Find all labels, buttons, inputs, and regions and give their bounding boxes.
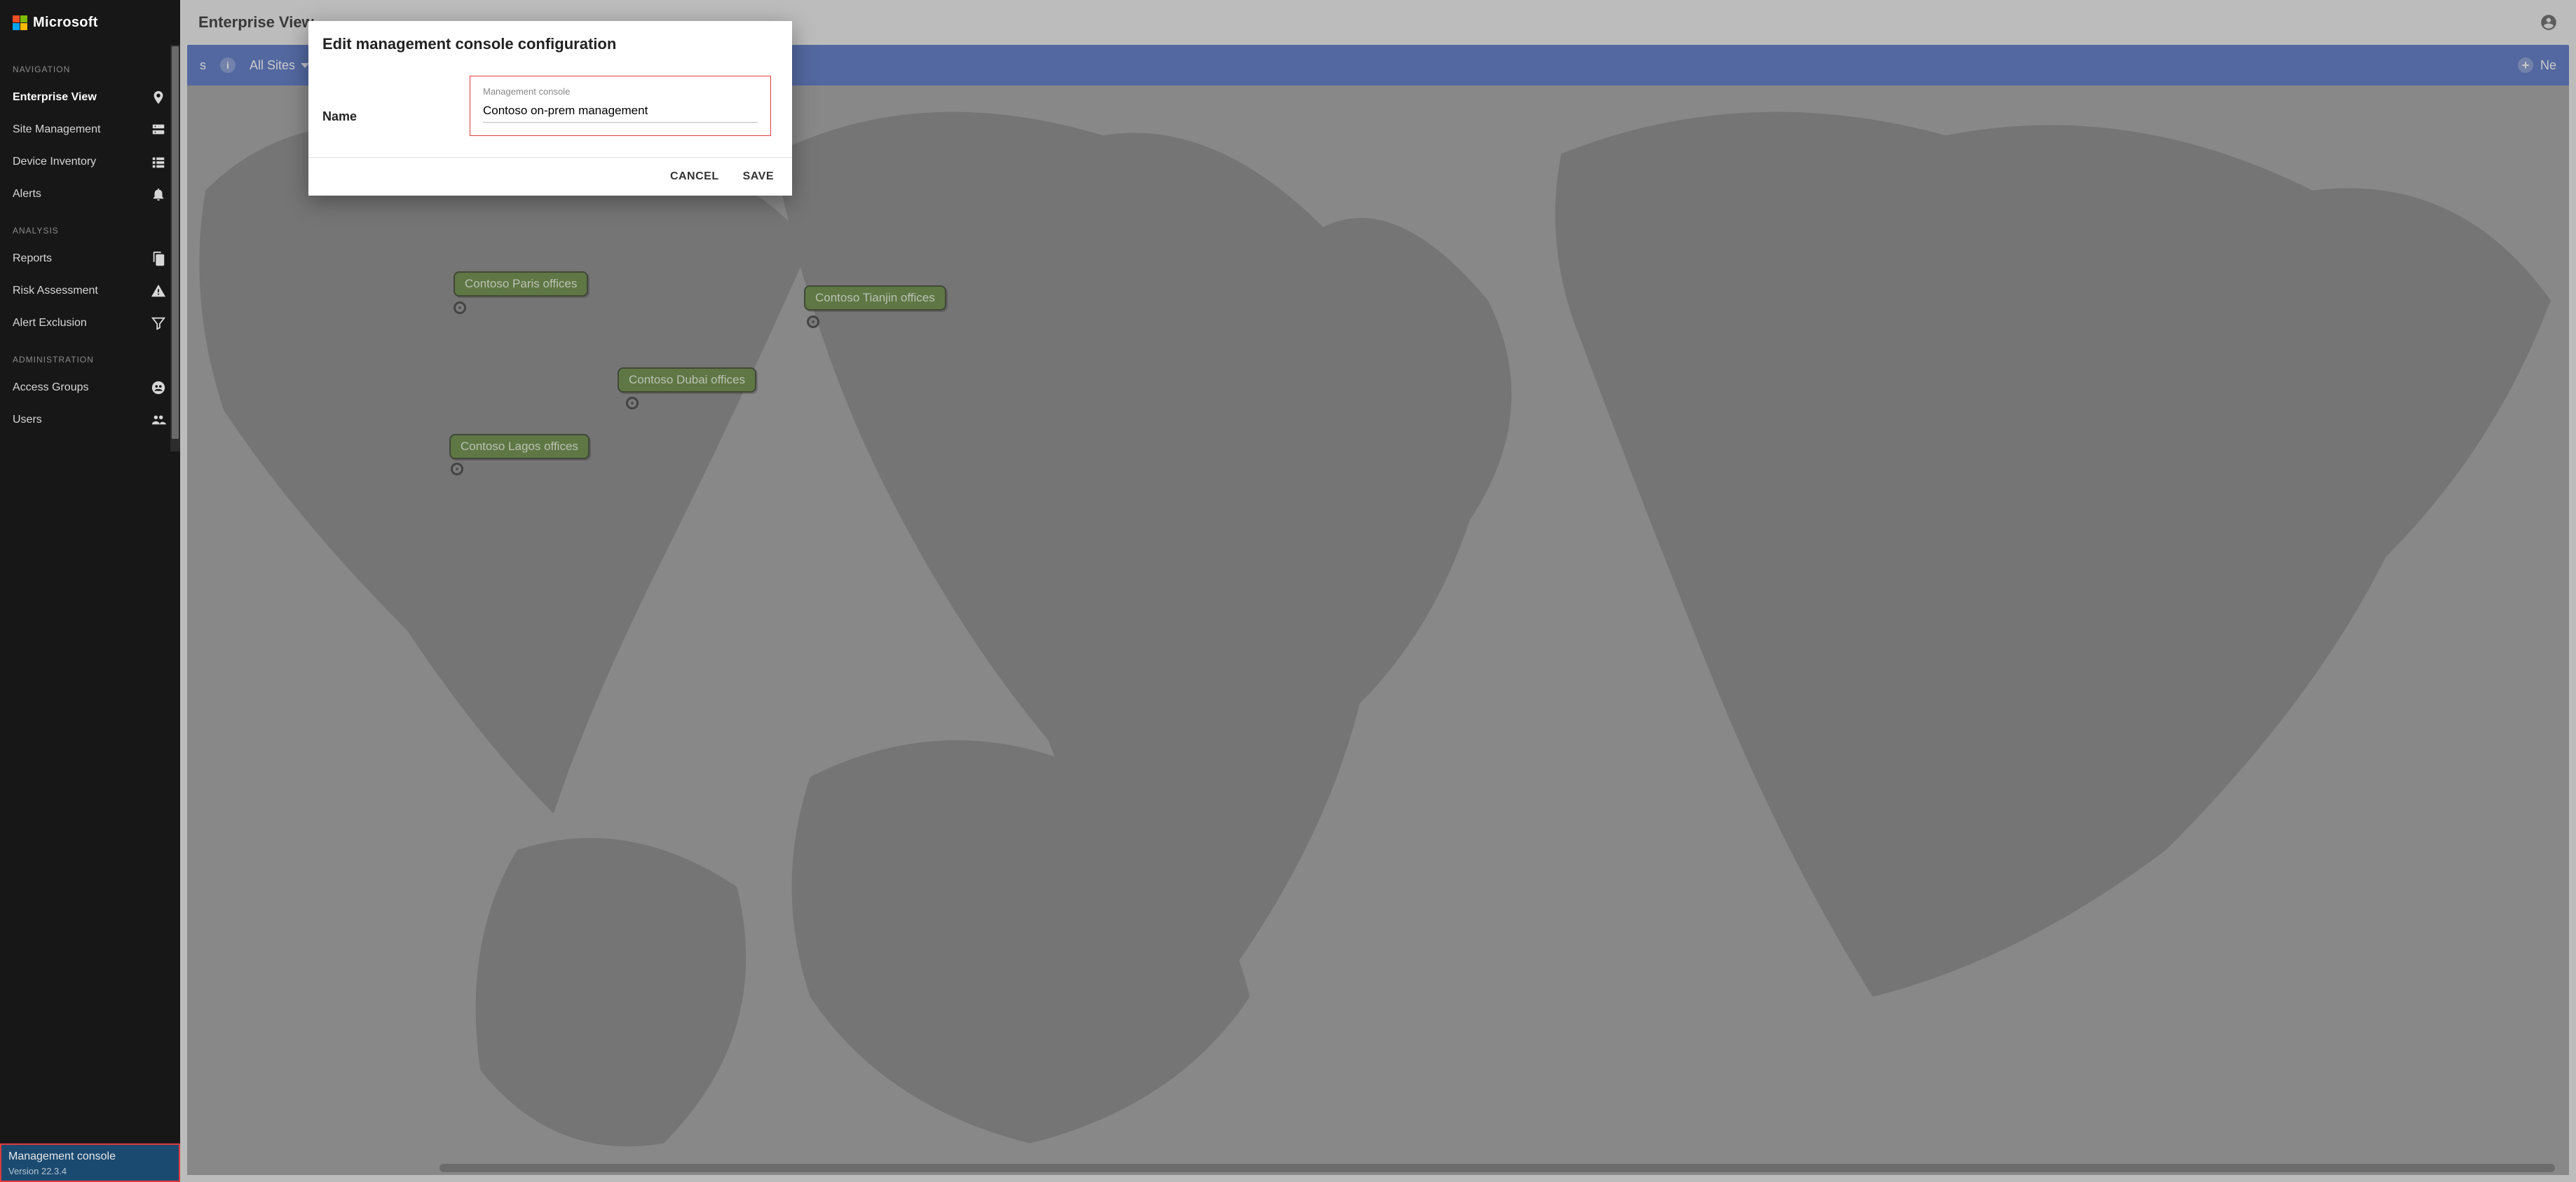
management-console-label: Management console <box>8 1150 172 1163</box>
nav-section-analysis: ANALYSIS <box>0 210 180 243</box>
info-icon[interactable]: i <box>220 57 236 73</box>
nav-site-management[interactable]: Site Management <box>0 114 180 146</box>
map-pin-tianjin[interactable] <box>807 315 819 328</box>
sidebar-nav: NAVIGATION Enterprise View Site Manageme… <box>0 45 180 1182</box>
management-console-version: Version 22.3.4 <box>8 1166 172 1176</box>
nav-section-administration: ADMINISTRATION <box>0 339 180 372</box>
copy-icon <box>151 251 166 266</box>
nav-risk-assessment[interactable]: Risk Assessment <box>0 275 180 307</box>
nav-enterprise-view[interactable]: Enterprise View <box>0 81 180 114</box>
name-input-container: Management console <box>470 76 771 136</box>
microsoft-logo-icon <box>13 15 27 30</box>
toolbar-truncated-left: s <box>200 58 206 73</box>
warning-icon <box>151 283 166 299</box>
server-icon <box>151 122 166 137</box>
world-map <box>187 86 2569 1175</box>
nav-access-groups[interactable]: Access Groups <box>0 372 180 404</box>
brand: Microsoft <box>0 0 180 45</box>
management-console-footer[interactable]: Management console Version 22.3.4 <box>0 1143 180 1182</box>
nav-device-inventory[interactable]: Device Inventory <box>0 146 180 178</box>
list-icon <box>151 154 166 170</box>
people-icon <box>151 412 166 428</box>
map-label-paris[interactable]: Contoso Paris offices <box>454 271 588 297</box>
map-area[interactable]: Contoso Paris offices Contoso Tianjin of… <box>187 86 2569 1175</box>
nav-item-label: Alert Exclusion <box>13 317 87 330</box>
map-pin-dubai[interactable] <box>626 397 639 409</box>
floating-label: Management console <box>483 86 758 97</box>
nav-section-navigation: NAVIGATION <box>0 49 180 81</box>
name-input[interactable] <box>483 100 758 123</box>
modal-title: Edit management console configuration <box>308 21 792 62</box>
brand-text: Microsoft <box>33 15 98 31</box>
sidebar: Microsoft NAVIGATION Enterprise View Sit… <box>0 0 180 1182</box>
new-button-label[interactable]: Ne <box>2540 58 2556 73</box>
nav-users[interactable]: Users <box>0 404 180 436</box>
nav-alert-exclusion[interactable]: Alert Exclusion <box>0 307 180 339</box>
save-button[interactable]: SAVE <box>743 170 774 183</box>
map-horizontal-scrollbar[interactable] <box>439 1164 2555 1172</box>
nav-item-label: Alerts <box>13 188 41 201</box>
bell-icon <box>151 186 166 202</box>
map-label-lagos[interactable]: Contoso Lagos offices <box>449 434 590 459</box>
filter-icon <box>151 315 166 331</box>
field-label-name: Name <box>322 76 449 124</box>
nav-item-label: Risk Assessment <box>13 285 98 297</box>
nav-item-label: Users <box>13 414 42 426</box>
edit-config-modal: Edit management console configuration Na… <box>308 21 792 196</box>
nav-item-label: Device Inventory <box>13 156 96 168</box>
map-label-dubai[interactable]: Contoso Dubai offices <box>618 367 756 393</box>
page-title: Enterprise View <box>198 13 314 32</box>
all-sites-dropdown[interactable]: All Sites <box>250 58 309 73</box>
map-pin-paris[interactable] <box>454 301 466 314</box>
map-label-tianjin[interactable]: Contoso Tianjin offices <box>804 285 946 311</box>
nav-item-label: Reports <box>13 252 52 265</box>
nav-alerts[interactable]: Alerts <box>0 178 180 210</box>
account-icon[interactable] <box>2540 13 2558 32</box>
nav-item-label: Access Groups <box>13 381 88 394</box>
plus-icon[interactable]: + <box>2518 57 2533 73</box>
nav-item-label: Enterprise View <box>13 91 97 104</box>
pin-icon <box>151 90 166 105</box>
group-circle-icon <box>151 380 166 395</box>
cancel-button[interactable]: CANCEL <box>670 170 719 183</box>
map-pin-lagos[interactable] <box>451 463 463 475</box>
nav-reports[interactable]: Reports <box>0 243 180 275</box>
dropdown-label: All Sites <box>250 58 295 73</box>
nav-item-label: Site Management <box>13 123 100 136</box>
